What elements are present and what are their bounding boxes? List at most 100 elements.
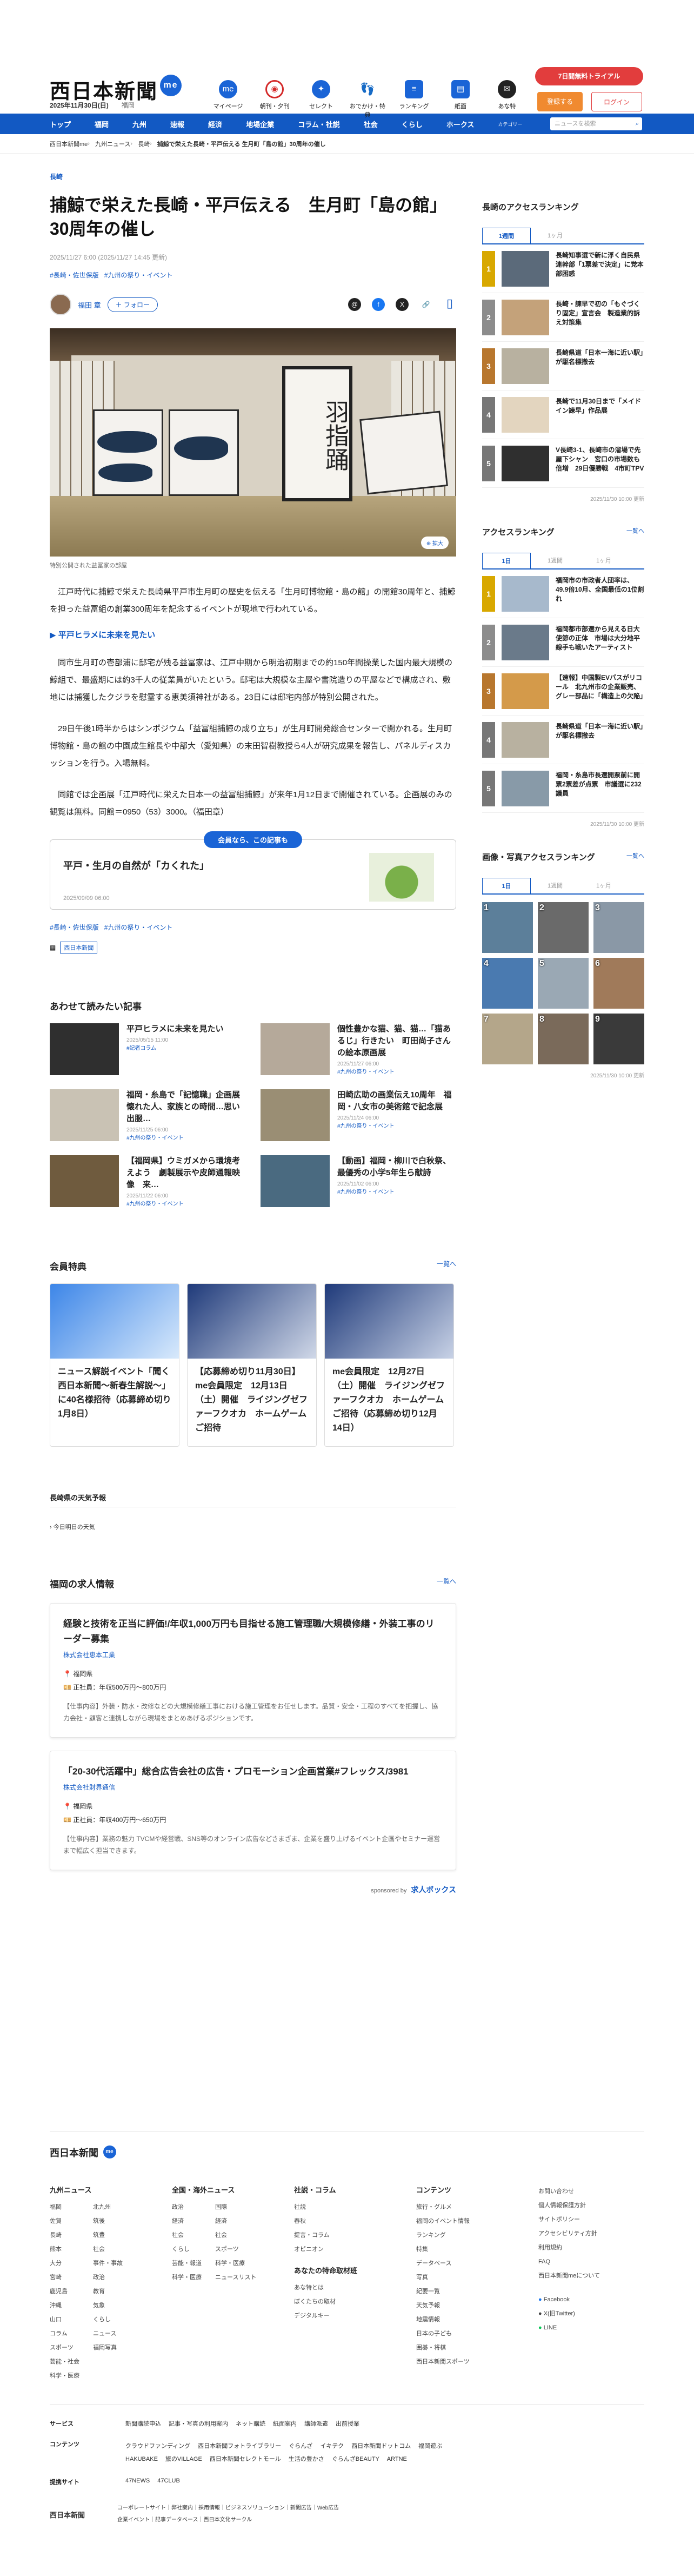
x-link[interactable]: ● X(旧Twitter) [538, 2307, 636, 2321]
ticket-link[interactable]: 👣 おでかけ・特典 [349, 80, 386, 119]
benefit-card[interactable]: me会員限定 12月27日（土）開催 ライジングゼファーフクオカ ホームゲームご… [324, 1283, 454, 1447]
facebook-icon[interactable]: f [372, 298, 385, 311]
breadcrumb-item[interactable]: 九州ニュース [95, 140, 130, 148]
footer-logo[interactable]: 西日本新聞 me [50, 2145, 644, 2160]
tab-1month[interactable]: 1ヶ月 [531, 228, 579, 243]
nav-item[interactable]: 九州 [132, 119, 146, 129]
ranking-item[interactable]: 4 長崎県道「日本一海に近い駅」が駆名標撤去 [482, 722, 644, 764]
ranking-item[interactable]: 1 福岡市の市政者人団率は、49.9倍10月、全国最低の1位割れ [482, 576, 644, 618]
nav-item[interactable]: 地場企業 [246, 119, 274, 129]
author-name[interactable]: 福田 章 [78, 300, 101, 310]
anatoku-link[interactable]: ✉ あな特 [489, 80, 525, 119]
benefit-card[interactable]: 【応募締め切り11月30日】me会員限定 12月13日（土）開催 ライジングゼフ… [187, 1283, 317, 1447]
photo-more-link[interactable]: 一覧へ [626, 851, 644, 860]
zoom-button[interactable]: ⊕ 拡大 [421, 537, 449, 549]
photo-item[interactable]: 3 [593, 902, 644, 953]
related-link[interactable]: ▶ 平戸ヒラメに未来を見たい [50, 629, 456, 640]
ranking-item[interactable]: 1 長崎知事選で新に浮く自民県連幹部「1票差で決定」に党本部困惑 [482, 251, 644, 293]
select-link[interactable]: ✦ セレクト [303, 80, 339, 119]
article-photo[interactable]: 羽指踊 ⊕ 拡大 [50, 328, 456, 557]
weather-link[interactable]: › 今日明日の天気 [50, 1522, 456, 1531]
ranking-nagasaki-tabs: 1週間 1ヶ月 [482, 228, 644, 244]
nav-item[interactable]: トップ [50, 119, 71, 129]
nav-item[interactable]: 社会 [364, 119, 378, 129]
ranking-item[interactable]: 3 【速報】中国製EVバスがリコール 北九州市の企業販売、グレー部品に「構造上の欠… [482, 673, 646, 716]
breadcrumb-item[interactable]: 長崎 [138, 140, 150, 148]
ranking-item[interactable]: 4 長崎で11月30日まで「メイドイン諫早」作品展 [482, 397, 644, 439]
nav-item[interactable]: くらし [402, 119, 423, 129]
job-card[interactable]: 経験と技術を正当に評価!/年収1,000万円も目指せる施工管理職/大規模修繕・外… [50, 1603, 456, 1738]
threads-icon[interactable]: @ [348, 298, 361, 311]
tab-1day[interactable]: 1日 [482, 553, 531, 568]
benefit-card[interactable]: ニュース解説イベント「聞く西日本新聞〜新春生解説〜」に40名様招待（応募締め切り… [50, 1283, 179, 1447]
category-menu-button[interactable]: カテゴリー [498, 121, 522, 128]
tab-1month[interactable]: 1ヶ月 [579, 878, 628, 893]
page-link[interactable]: ▤ 紙面 [442, 80, 479, 119]
ranking-link[interactable]: ≡ ランキング [396, 80, 432, 119]
photo-caption: 特別公開された益冨家の部屋 [50, 562, 127, 569]
bookmark-icon[interactable]: ▯ [443, 297, 456, 311]
photo-item[interactable]: 7 [482, 1014, 533, 1064]
trial-button[interactable]: 7日間無料トライアル [535, 67, 643, 85]
breadcrumb-item[interactable]: 西日本新聞me [50, 140, 88, 148]
related-item[interactable]: 【動画】福岡・柳川で白秋祭、最優秀の小学5年生ら献詩 2025/11/02 06:… [261, 1155, 456, 1207]
benefits-list: ニュース解説イベント「聞く西日本新聞〜新春生解説〜」に40名様招待（応募締め切り… [50, 1283, 456, 1447]
line-link[interactable]: ● LINE [538, 2321, 636, 2335]
related-item[interactable]: 【福岡県】ウミガメから環境考えよう 劇製展示や皮師通報映像 来… 2025/11/… [50, 1155, 245, 1207]
nav-item[interactable]: 速報 [170, 119, 184, 129]
related-item[interactable]: 福岡・糸島で「記憶職」企画展 懐れた人、家族との時間…思い出服… 2025/11/… [50, 1089, 248, 1141]
photo-item[interactable]: 6 [593, 958, 644, 1009]
photo-item[interactable]: 1 [482, 902, 533, 953]
related-item[interactable]: 平戸ヒラメに未来を見たい 2025/05/15 11:00 #記者コラム [50, 1023, 245, 1075]
tag-link[interactable]: #長崎・佐世保版 [50, 924, 99, 931]
jobs-more-link[interactable]: 一覧へ [437, 1577, 456, 1586]
photo-item[interactable]: 9 [593, 1014, 644, 1064]
tag-link[interactable]: #九州の祭り・イベント [104, 271, 173, 279]
related-item[interactable]: 田崎広助の画業伝え10周年 福岡・八女市の美術館で記念展 2025/11/24 0… [261, 1089, 456, 1141]
photo-item[interactable]: 5 [538, 958, 589, 1009]
nav-item[interactable]: ホークス [446, 119, 475, 129]
tag-link[interactable]: #九州の祭り・イベント [104, 924, 173, 931]
ranking-item[interactable]: 5 福岡・糸島市長選開票前に開票2票差が点票 市議選に232議員 [482, 771, 644, 813]
follow-button[interactable]: ＋ フォロー [107, 297, 158, 312]
ranking-item[interactable]: 3 長崎県道「日本一海に近い駅」が駆名標撤去 [482, 348, 644, 390]
site-header: 西日本新聞 me 2025年11月30日(日) 福岡 me マイページ ◉ 朝刊・夕刊 … [0, 0, 694, 118]
benefits-more-link[interactable]: 一覧へ [437, 1259, 456, 1268]
member-article-card[interactable]: 会員なら、この記事も 平戸・生月の自然が「カくれた」 2025/09/09 06… [50, 831, 456, 910]
photo-grid: 1 2 3 4 5 6 7 8 9 [482, 902, 644, 1064]
paper-link[interactable]: ◉ 朝刊・夕刊 [256, 80, 293, 119]
ranking-item[interactable]: 2 福岡都市部選から見える日大使節の正体 市場は大分地平線手も戦いたアーティスト [482, 625, 644, 667]
tab-1week[interactable]: 1週間 [531, 878, 579, 893]
nav-item[interactable]: コラム・社説 [298, 119, 340, 129]
tab-1week[interactable]: 1週間 [531, 553, 579, 568]
tag-link[interactable]: #長崎・佐世保版 [50, 271, 99, 279]
region-selector[interactable]: 福岡 [122, 102, 135, 109]
nav-item[interactable]: 福岡 [95, 119, 109, 129]
article-tags: #長崎・佐世保版 #九州の祭り・イベント [50, 270, 456, 280]
x-icon[interactable]: X [396, 298, 409, 311]
photo-item[interactable]: 4 [482, 958, 533, 1009]
corporate-logo[interactable]: 西日本新聞 [50, 2509, 85, 2520]
photo-item[interactable]: 2 [538, 902, 589, 953]
register-button[interactable]: 登録する [537, 92, 583, 111]
mypage-link[interactable]: me マイページ [210, 80, 246, 119]
author-avatar[interactable] [50, 294, 71, 315]
sponsor-logo[interactable]: 求人ボックス [411, 1885, 456, 1894]
job-card[interactable]: 「20-30代活躍中」総合広告会社の広告・プロモーション企画営業#フレックス/3… [50, 1751, 456, 1870]
facebook-link[interactable]: ● Facebook [538, 2293, 636, 2307]
publisher-badge[interactable]: 西日本新聞 [60, 942, 98, 953]
search-input[interactable]: ニュースを検索 ⌕ [550, 117, 642, 130]
tab-1week[interactable]: 1週間 [482, 228, 531, 243]
article-category[interactable]: 長崎 [50, 173, 63, 181]
related-item[interactable]: 個性豊かな猫、猫、猫…「猫あるじ」行きたい 町田尚子さんの絵本原画展 2025/1… [261, 1023, 456, 1075]
ranking-item[interactable]: 5 V長崎3-1、長崎市の溜場で先屋下シャン 宮口の市場数も倍増 29日優勝戦 4… [482, 446, 644, 488]
ranking-more-link[interactable]: 一覧へ [626, 526, 644, 535]
link-icon[interactable]: 🔗 [419, 298, 432, 311]
login-button[interactable]: ログイン [591, 92, 642, 111]
tab-1day[interactable]: 1日 [482, 878, 531, 893]
tab-1month[interactable]: 1ヶ月 [579, 553, 628, 568]
nav-item[interactable]: 経済 [208, 119, 222, 129]
photo-item[interactable]: 8 [538, 1014, 589, 1064]
site-logo[interactable]: 西日本新聞 me [50, 75, 182, 104]
ranking-item[interactable]: 2 長崎・諫早で初の「もぐづくり固定」宣言会 製造業的訴え対策集 [482, 300, 644, 342]
